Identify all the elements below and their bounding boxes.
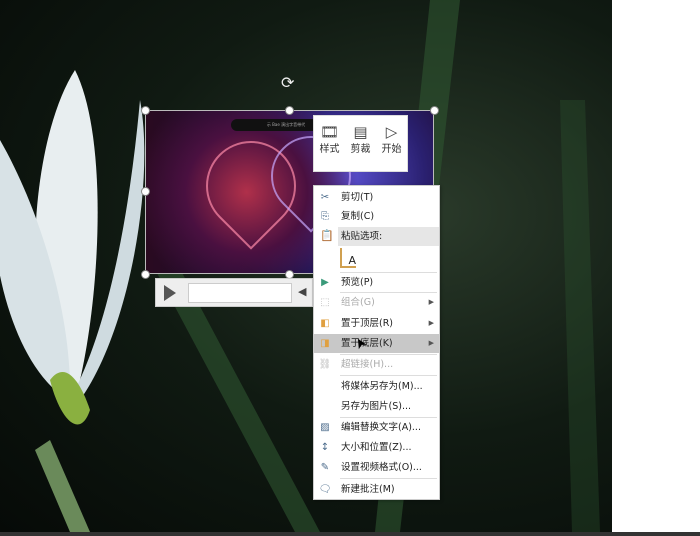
submenu-arrow-icon: ▶ [428, 298, 434, 306]
menu-item-group[interactable]: ⬚ 组合(G) ▶ [314, 293, 439, 312]
menu-item-hyperlink[interactable]: ⛓ 超链接(H)... [314, 355, 439, 374]
style-button[interactable]: 🎞 样式 [316, 121, 344, 171]
video-style-icon: 🎞 [319, 123, 340, 141]
resize-handle[interactable] [141, 106, 150, 115]
comment-icon: 🗨 [318, 484, 332, 495]
menu-item-size-position[interactable]: ↕ 大小和位置(Z)... [314, 438, 439, 457]
bring-front-icon: ◧ [320, 318, 330, 329]
copy-icon: ⎘ [321, 211, 329, 222]
start-button[interactable]: ▷ 开始 [378, 121, 406, 171]
seek-bar[interactable] [188, 283, 292, 303]
scissors-icon: ✂ [320, 192, 330, 203]
group-icon: ⬚ [320, 297, 330, 308]
rotate-handle-icon[interactable]: ⟳ [281, 74, 294, 92]
resize-handle[interactable] [141, 187, 150, 196]
trim-icon: ▤ [353, 123, 368, 141]
menu-item-save-media[interactable]: 将媒体另存为(M)... [314, 377, 439, 396]
menu-item-new-comment[interactable]: 🗨 新建批注(M) [314, 480, 439, 499]
menu-item-send-to-back[interactable]: ◨ 置于底层(K) ▶ [314, 334, 439, 353]
menu-item-format-video[interactable]: ✎ 设置视频格式(O)... [314, 458, 439, 477]
bottom-bar [0, 532, 700, 536]
submenu-arrow-icon: ▶ [428, 319, 434, 327]
menu-item-cut[interactable]: ✂ 剪切(T) [314, 188, 439, 207]
menu-item-preview[interactable]: ▶ 预览(P) [314, 273, 439, 292]
menu-item-save-picture[interactable]: 另存为图片(S)... [314, 397, 439, 416]
menu-item-copy[interactable]: ⎘ 复制(C) [314, 207, 439, 226]
clipboard-icon: 📋 [320, 229, 334, 242]
context-menu: ✂ 剪切(T) ⎘ 复制(C) 📋 粘贴选项: A ▶ 预览(P) ⬚ 组合(G) ▶ ◧… [313, 185, 440, 500]
format-brush-icon: ✎ [320, 462, 330, 473]
picture-icon: ▨ [320, 422, 330, 433]
resize-handle[interactable] [430, 106, 439, 115]
media-controls: ◀ [155, 278, 313, 307]
start-icon: ▷ [385, 123, 398, 141]
play-icon: ▶ [321, 277, 329, 288]
right-pane [612, 0, 700, 532]
mini-toolbar: 🎞 样式 ▤ 剪裁 ▷ 开始 [313, 115, 408, 172]
menu-item-bring-to-front[interactable]: ◧ 置于顶层(R) ▶ [314, 314, 439, 333]
link-icon: ⛓ [318, 359, 332, 370]
submenu-arrow-icon: ▶ [428, 339, 434, 347]
size-icon: ↕ [320, 442, 330, 453]
menu-item-alt-text[interactable]: ▨ 编辑替换文字(A)... [314, 418, 439, 437]
paste-keep-text-button[interactable]: A [340, 248, 356, 268]
resize-handle[interactable] [285, 106, 294, 115]
resize-handle[interactable] [141, 270, 150, 279]
send-back-icon: ◨ [320, 338, 330, 349]
paste-options-header: 粘贴选项: [338, 227, 439, 246]
rewind-icon[interactable]: ◀ [298, 285, 306, 299]
play-icon[interactable] [164, 285, 176, 301]
trim-button[interactable]: ▤ 剪裁 [347, 121, 375, 171]
